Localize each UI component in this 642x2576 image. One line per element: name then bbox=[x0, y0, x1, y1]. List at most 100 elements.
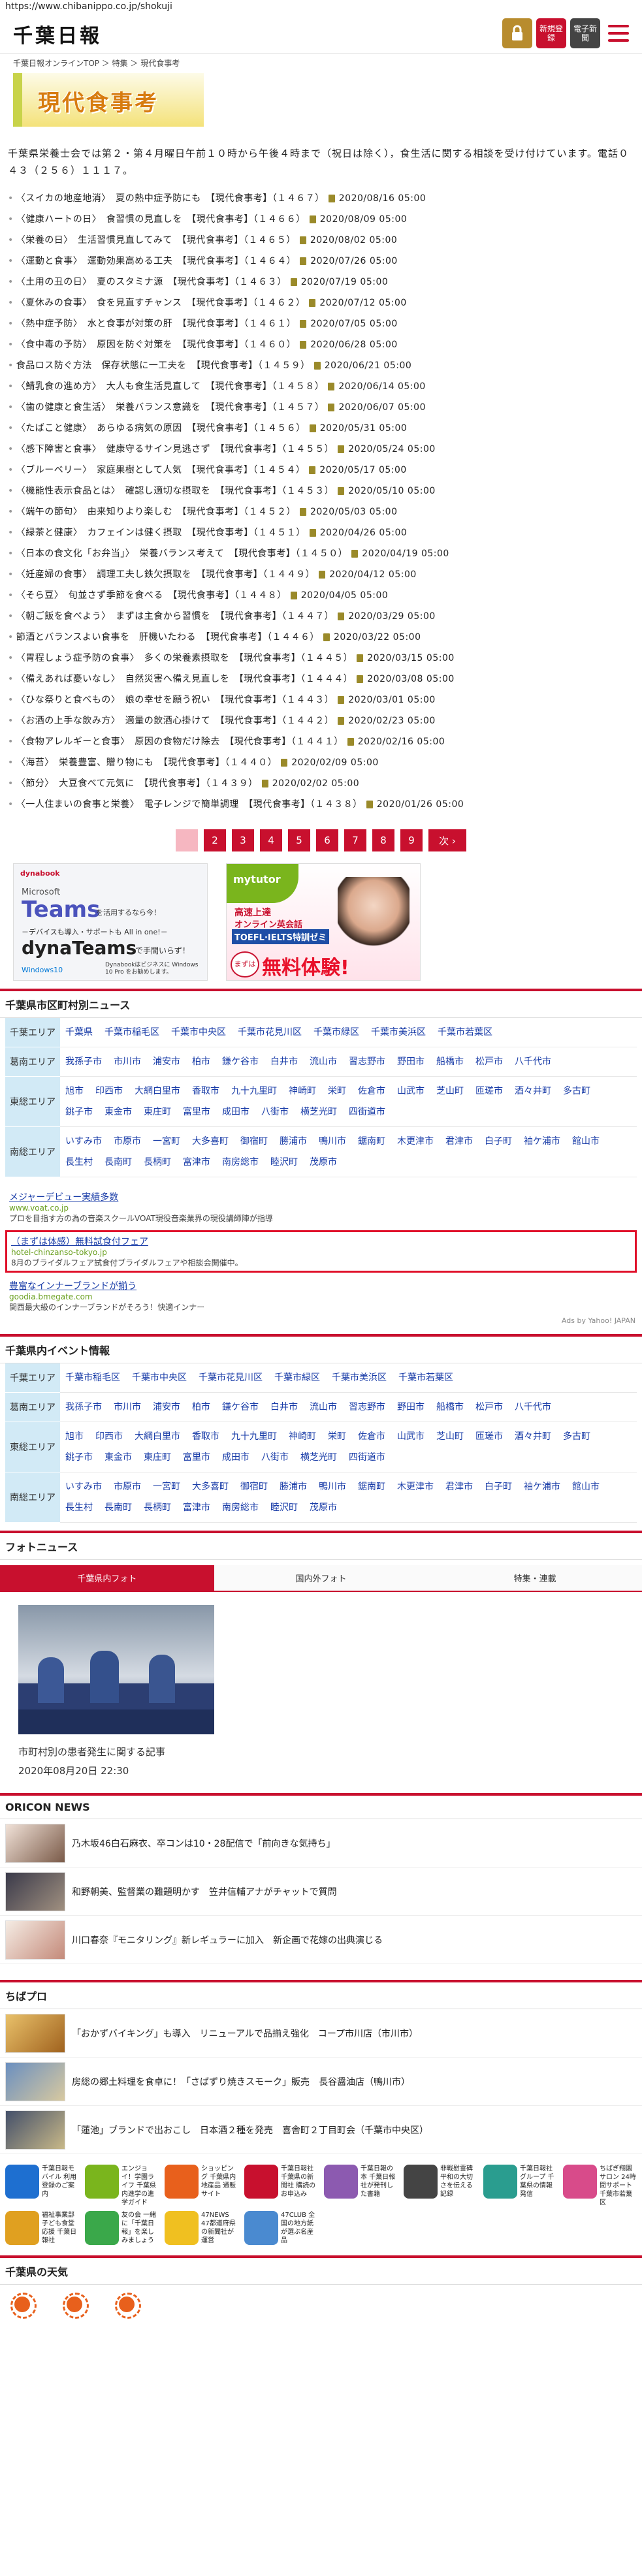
area-link[interactable]: 千葉市美浜区 bbox=[332, 1367, 387, 1388]
area-link[interactable]: 市原市 bbox=[114, 1131, 141, 1152]
page-5-link[interactable]: 5 bbox=[288, 829, 310, 851]
area-link[interactable]: 八街市 bbox=[261, 1102, 289, 1122]
news-item[interactable]: 「蓮池」ブランドで出おこし 日本酒２種を発売 喜舎町２丁目町会（千葉市中央区） bbox=[0, 2106, 642, 2154]
area-link[interactable]: 山武市 bbox=[397, 1426, 425, 1447]
article-item[interactable]: • 〈鯖乳食の進め方〉 大人も食生活見直して 【現代食事考】（１４５８） 2020/… bbox=[8, 376, 634, 397]
news-headline[interactable]: 乃木坂46白石麻衣、卒コンは10・28配信で「前向きな気持ち」 bbox=[72, 1837, 335, 1850]
area-link[interactable]: 香取市 bbox=[192, 1426, 219, 1447]
article-title[interactable]: 〈海苔〉 栄養豊富、贈り物にも 【現代食事考】（１４４０） bbox=[16, 757, 278, 768]
article-item[interactable]: • 〈節分〉 大豆食べて元気に 【現代食事考】（１４３９） 2020/02/02 0… bbox=[8, 773, 634, 794]
news-item[interactable]: 「おかずバイキング」も導入 リニューアルで品揃え強化 コープ市川店（市川市） bbox=[0, 2009, 642, 2058]
article-item[interactable]: • 〈朝ご飯を食べよう〉 まずは主食から習慣を 【現代食事考】（１４４７） 2020… bbox=[8, 606, 634, 627]
sponsored-title[interactable]: メジャーデビュー実績多数 bbox=[9, 1190, 633, 1203]
area-link[interactable]: 白井市 bbox=[270, 1397, 298, 1418]
article-title[interactable]: 〈運動と食事〉 運動効果高める工夫 【現代食事考】（１４６４） bbox=[16, 256, 297, 266]
page-1-link[interactable]: 1 bbox=[176, 829, 198, 851]
hamburger-menu-icon[interactable] bbox=[604, 18, 633, 48]
area-link[interactable]: 横芝光町 bbox=[300, 1102, 337, 1122]
article-title[interactable]: 〈栄養の日〉 生活習慣見直してみて 【現代食事考】（１４６５） bbox=[16, 235, 296, 246]
area-link[interactable]: 横芝光町 bbox=[300, 1447, 337, 1468]
area-link[interactable]: 袖ケ浦市 bbox=[524, 1131, 560, 1152]
article-item[interactable]: • 〈スイカの地産地消〉 夏の熱中症予防にも 【現代食事考】（１４６７） 2020/… bbox=[8, 188, 634, 209]
area-link[interactable]: 松戸市 bbox=[475, 1397, 503, 1418]
area-link[interactable]: 千葉市花見川区 bbox=[199, 1367, 263, 1388]
article-item[interactable]: • 〈感下障害と食事〉 健康守るサイン見逃さず 【現代食事考】（１４５５） 2020… bbox=[8, 439, 634, 460]
area-link[interactable]: 酒々井町 bbox=[515, 1081, 551, 1102]
page-9-link[interactable]: 9 bbox=[400, 829, 423, 851]
article-item[interactable]: • 〈食中毒の予防〉 原因を防ぐ対策を 【現代食事考】（１４６０） 2020/06/… bbox=[8, 334, 634, 355]
app-link[interactable]: ちばぎ翔園 サロン 24時間サポート 千葉市若葉区 bbox=[563, 2165, 636, 2207]
area-link[interactable]: 野田市 bbox=[397, 1397, 425, 1418]
login-button[interactable] bbox=[502, 18, 532, 48]
news-headline[interactable]: 房総の郷土料理を食卓に！「さばずり焼きスモーク」販売 長谷醤油店（鴨川市） bbox=[72, 2075, 410, 2088]
article-item[interactable]: • 〈食物アレルギーと食事〉 原因の食物だけ除去 【現代食事考】（１４４１） 202… bbox=[8, 731, 634, 752]
area-link[interactable]: 富里市 bbox=[183, 1102, 210, 1122]
area-link[interactable]: 我孫子市 bbox=[65, 1397, 102, 1418]
app-link[interactable]: 千葉日報モバイル 利用登録のご案内 bbox=[5, 2165, 78, 2207]
article-item[interactable]: • 〈ブルーベリー〉 家庭果樹として人気 【現代食事考】（１４５４） 2020/05… bbox=[8, 460, 634, 481]
area-link[interactable]: 富津市 bbox=[183, 1152, 210, 1173]
article-title[interactable]: 〈節分〉 大豆食べて元気に 【現代食事考】（１４３９） bbox=[16, 778, 258, 789]
article-title[interactable]: 〈備えあれば憂いなし〉 自然災害へ備え見直しを 【現代食事考】（１４４４） bbox=[16, 674, 353, 684]
area-link[interactable]: 鎌ケ谷市 bbox=[222, 1051, 259, 1072]
article-item[interactable]: • 〈妊産婦の食事〉 調理工夫し鉄欠摂取を 【現代食事考】（１４４９） 2020/0… bbox=[8, 564, 634, 585]
area-link[interactable]: 船橋市 bbox=[436, 1397, 464, 1418]
area-link[interactable]: 長生村 bbox=[65, 1152, 93, 1173]
article-item[interactable]: • 〈歯の健康と食生活〉 栄養バランス意識を 【現代食事考】（１４５７） 2020/… bbox=[8, 397, 634, 418]
article-item[interactable]: • 〈一人住まいの食事と栄養〉 電子レンジで簡単調理 【現代食事考】（１４３８） 2… bbox=[8, 794, 634, 815]
area-link[interactable]: 栄町 bbox=[328, 1426, 346, 1447]
article-title[interactable]: 〈お酒の上手な飲み方〉 適量の飲酒心掛けて 【現代食事考】（１４４２） bbox=[16, 716, 334, 726]
area-link[interactable]: 匝瑳市 bbox=[475, 1081, 503, 1102]
area-link[interactable]: 銚子市 bbox=[65, 1102, 93, 1122]
article-title[interactable]: 〈食物アレルギーと食事〉 原因の食物だけ除去 【現代食事考】（１４４１） bbox=[16, 737, 344, 747]
area-link[interactable]: 習志野市 bbox=[349, 1397, 385, 1418]
tab-world-photo[interactable]: 国内外フォト bbox=[214, 1565, 428, 1591]
area-link[interactable]: 千葉県 bbox=[65, 1022, 93, 1043]
article-title[interactable]: 〈朝ご飯を食べよう〉 まずは主食から習慣を 【現代食事考】（１４４７） bbox=[16, 611, 334, 622]
area-link[interactable]: 旭市 bbox=[65, 1426, 84, 1447]
area-link[interactable]: 神崎町 bbox=[289, 1426, 316, 1447]
area-link[interactable]: 我孫子市 bbox=[65, 1051, 102, 1072]
area-link[interactable]: 松戸市 bbox=[475, 1051, 503, 1072]
area-link[interactable]: 御宿町 bbox=[240, 1131, 268, 1152]
area-link[interactable]: 木更津市 bbox=[397, 1476, 434, 1497]
area-link[interactable]: 山武市 bbox=[397, 1081, 425, 1102]
area-link[interactable]: 千葉市稲毛区 bbox=[65, 1367, 120, 1388]
area-link[interactable]: 柏市 bbox=[192, 1051, 210, 1072]
article-title[interactable]: 〈一人住まいの食事と栄養〉 電子レンジで簡単調理 【現代食事考】（１４３８） bbox=[16, 799, 362, 810]
area-link[interactable]: 八千代市 bbox=[515, 1051, 551, 1072]
news-headline[interactable]: 「おかずバイキング」も導入 リニューアルで品揃え強化 コープ市川店（市川市） bbox=[72, 2027, 418, 2040]
mytutor-ad[interactable]: mytutor 高速上達 オンライン英会話 TOEFL·IELTS特訓ゼミ まず… bbox=[226, 863, 421, 981]
tab-feature[interactable]: 特集・連載 bbox=[428, 1565, 642, 1591]
article-item[interactable]: • 〈たばこと健康〉 あらゆる病気の原因 【現代食事考】（１４５６） 2020/05… bbox=[8, 418, 634, 439]
area-link[interactable]: いすみ市 bbox=[65, 1476, 102, 1497]
area-link[interactable]: 芝山町 bbox=[436, 1081, 464, 1102]
page-8-link[interactable]: 8 bbox=[372, 829, 394, 851]
area-link[interactable]: 君津市 bbox=[445, 1131, 473, 1152]
area-link[interactable]: 佐倉市 bbox=[358, 1081, 385, 1102]
area-link[interactable]: 匝瑳市 bbox=[475, 1426, 503, 1447]
article-item[interactable]: • 〈お酒の上手な飲み方〉 適量の飲酒心掛けて 【現代食事考】（１４４２） 2020… bbox=[8, 710, 634, 731]
article-item[interactable]: • 〈胃程しょう症予防の食事〉 多くの栄養素摂取を 【現代食事考】（１４４５） 20… bbox=[8, 648, 634, 669]
app-link[interactable]: 福祉事業部 子ども食堂応援 千葉日報社 bbox=[5, 2211, 78, 2245]
app-link[interactable]: 千葉日報社 千葉県の新聞社 購読のお申込み bbox=[244, 2165, 317, 2207]
area-link[interactable]: 一宮町 bbox=[153, 1476, 180, 1497]
area-link[interactable]: 千葉市中央区 bbox=[171, 1022, 226, 1043]
article-title[interactable]: 〈胃程しょう症予防の食事〉 多くの栄養素摂取を 【現代食事考】（１４４５） bbox=[16, 653, 353, 663]
area-link[interactable]: 市川市 bbox=[114, 1397, 141, 1418]
article-item[interactable]: • 〈そら豆〉 旬並さず季節を食べる 【現代食事考】（１４４８） 2020/04/0… bbox=[8, 585, 634, 606]
area-link[interactable]: 鋸南町 bbox=[358, 1476, 385, 1497]
area-link[interactable]: 浦安市 bbox=[153, 1051, 180, 1072]
area-link[interactable]: 長生村 bbox=[65, 1497, 93, 1518]
news-thumbnail[interactable] bbox=[5, 2061, 65, 2101]
area-link[interactable]: 千葉市稲毛区 bbox=[104, 1022, 159, 1043]
area-link[interactable]: 大多喜町 bbox=[192, 1476, 229, 1497]
area-link[interactable]: 睦沢町 bbox=[270, 1152, 298, 1173]
news-thumbnail[interactable] bbox=[5, 1823, 65, 1863]
article-title[interactable]: 〈土用の丑の日〉 夏のスタミナ源 【現代食事考】（１４６３） bbox=[16, 277, 287, 287]
area-link[interactable]: 柏市 bbox=[192, 1397, 210, 1418]
article-item[interactable]: • 〈端午の節句〉 由来知りより楽しむ 【現代食事考】（１４５２） 2020/05/… bbox=[8, 501, 634, 522]
news-headline[interactable]: 和野朝美、監督業の難題明かす 笠井信輔アナがチャットで質問 bbox=[72, 1885, 337, 1898]
sponsored-link[interactable]: （まずは体感）無料試食付フェア hotel-chinzanso-tokyo.jp 8… bbox=[5, 1230, 637, 1273]
article-title[interactable]: 〈ブルーベリー〉 家庭果樹として人気 【現代食事考】（１４５４） bbox=[16, 465, 306, 475]
